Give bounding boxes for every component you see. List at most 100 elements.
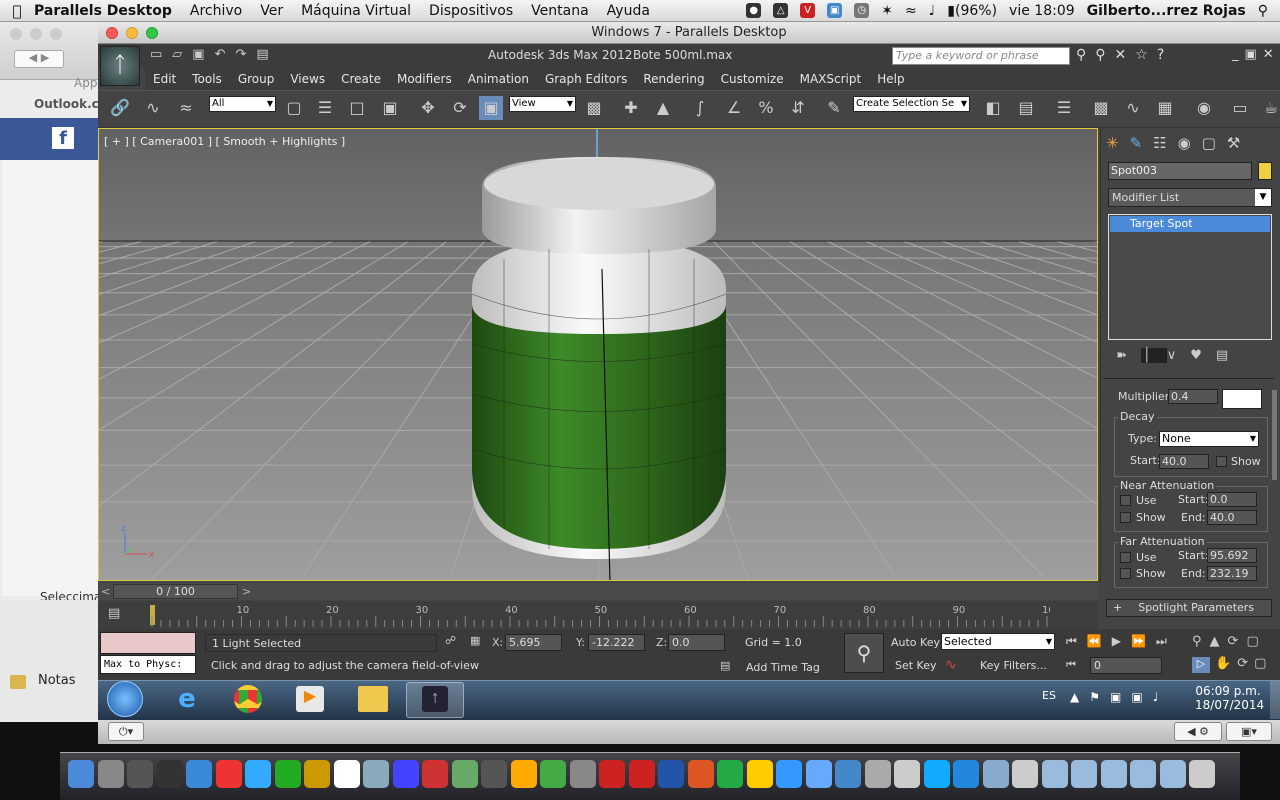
mac-menu-ventana[interactable]: Ventana <box>531 3 589 19</box>
dock-app-store-icon[interactable] <box>245 760 271 788</box>
network-icon[interactable]: ▣ <box>1131 690 1152 704</box>
multiplier-spinner[interactable]: 0.4 <box>1168 389 1218 404</box>
far-use-checkbox[interactable] <box>1120 552 1131 563</box>
time-next-icon[interactable]: > <box>242 585 251 598</box>
auto-key-button[interactable]: Auto Key <box>891 636 940 649</box>
window-zoom-button[interactable] <box>146 27 158 39</box>
mirror-icon[interactable]: ◧ <box>981 96 1005 120</box>
dock-chrome-icon[interactable] <box>215 760 242 788</box>
edit-named-selection-icon[interactable]: ✎ <box>822 96 846 120</box>
camera-viewport[interactable]: zx <box>98 128 1098 581</box>
zoom-all-icon[interactable]: ▲ <box>1210 634 1228 649</box>
pin-stack-icon[interactable]: ➽ <box>1116 348 1141 363</box>
select-manipulate-icon[interactable]: ✚ <box>619 96 643 120</box>
rotate-icon[interactable]: ⟳ <box>448 96 472 120</box>
dock-outlook-icon[interactable] <box>746 760 773 788</box>
tray-app-icon[interactable]: ▣ <box>1110 690 1131 704</box>
bg-zoom-dot[interactable] <box>50 28 62 40</box>
key-icon[interactable]: ⚲ <box>1095 47 1114 63</box>
dock-contacts-icon[interactable] <box>304 760 330 788</box>
maxscript-mini-listener[interactable]: Max to Physc: <box>100 655 196 674</box>
dock-finder-icon[interactable] <box>68 760 94 788</box>
dock-launchpad-icon[interactable] <box>97 760 124 788</box>
dock-facetime-icon[interactable] <box>274 760 301 788</box>
maxscript-listener-color[interactable] <box>100 632 196 654</box>
next-frame-icon[interactable]: ⏩ <box>1131 634 1156 648</box>
open-file-icon[interactable]: ▱ <box>172 47 192 62</box>
layer-manager-icon[interactable]: ☰ <box>1052 96 1076 120</box>
restore-icon[interactable]: ▣ <box>1245 47 1263 62</box>
menu-group[interactable]: Group <box>238 72 275 86</box>
light-color-swatch[interactable] <box>1222 389 1262 409</box>
set-key-button[interactable]: Set Key <box>895 659 937 672</box>
lock-selection-icon[interactable]: ☍ <box>445 634 456 647</box>
volume-icon[interactable]: ♩ <box>929 3 936 19</box>
bind-space-warp-icon[interactable]: ≈ <box>174 96 198 120</box>
battery-icon[interactable]: ▮(96%) <box>947 3 997 19</box>
mac-menu-archivo[interactable]: Archivo <box>190 3 242 19</box>
mac-menu-dispositivos[interactable]: Dispositivos <box>429 3 513 19</box>
material-editor-icon[interactable]: ◉ <box>1192 96 1216 120</box>
schematic-view-icon[interactable]: ▦ <box>1153 96 1177 120</box>
near-use-checkbox[interactable] <box>1120 495 1131 506</box>
time-prev-icon[interactable]: < <box>101 585 110 598</box>
near-start-spinner[interactable]: 0.0 <box>1207 492 1257 507</box>
rectangular-region-icon[interactable]: □ <box>345 96 369 120</box>
graphite-toggle-icon[interactable]: ▩ <box>1089 96 1113 120</box>
near-show-checkbox[interactable] <box>1120 512 1131 523</box>
utilities-tab-icon[interactable]: ⚒ <box>1227 134 1251 152</box>
dock-time-machine-icon[interactable] <box>540 760 566 788</box>
dock-word-icon[interactable] <box>658 760 684 788</box>
bg-min-dot[interactable] <box>30 28 42 40</box>
key-tangent-icon[interactable]: ∿ <box>945 657 957 673</box>
hierarchy-tab-icon[interactable]: ☷ <box>1153 134 1177 152</box>
reference-coordinate-dropdown[interactable]: View <box>509 96 576 112</box>
decay-show-checkbox[interactable] <box>1216 456 1227 467</box>
scale-icon[interactable]: ▣ <box>479 96 503 120</box>
spotlight-parameters-rollout[interactable]: + Spotlight Parameters <box>1106 599 1272 617</box>
menu-animation[interactable]: Animation <box>468 72 529 86</box>
zoom-icon[interactable]: ⚲ <box>1192 634 1210 649</box>
notes-label[interactable]: Notas <box>38 673 76 688</box>
far-end-spinner[interactable]: 232.19 <box>1207 566 1257 581</box>
dock-calculator-icon[interactable] <box>1012 760 1038 788</box>
help-icon[interactable]: ? <box>1157 47 1173 63</box>
current-frame-field[interactable]: 0 <box>1090 657 1162 674</box>
dock-network-icon[interactable] <box>805 760 832 788</box>
menu-maxscript[interactable]: MAXScript <box>800 72 862 86</box>
mac-app-name[interactable]: Parallels Desktop <box>34 3 172 19</box>
select-object-icon[interactable]: ▢ <box>282 96 306 120</box>
absolute-mode-icon[interactable]: ▦ <box>470 634 480 647</box>
menu-create[interactable]: Create <box>341 72 381 86</box>
drive-icon[interactable]: △ <box>773 3 789 18</box>
power-menu-icon[interactable]: ⏻▾ <box>108 722 144 741</box>
menu-rendering[interactable]: Rendering <box>643 72 704 86</box>
tray-volume-icon[interactable]: ♩ <box>1153 690 1169 704</box>
dock-iphoto-icon[interactable] <box>451 760 478 788</box>
x-coordinate-field[interactable]: 5.695 <box>505 634 562 651</box>
dock-safari-icon[interactable] <box>186 760 212 788</box>
menu-customize[interactable]: Customize <box>721 72 784 86</box>
dock-applications-icon[interactable] <box>1130 760 1156 788</box>
align-icon[interactable]: ▤ <box>1014 96 1038 120</box>
percent-snap-icon[interactable]: % <box>754 96 778 120</box>
set-key-icon[interactable]: ⚲ <box>844 633 884 673</box>
snaps-toggle-icon[interactable]: ∫ <box>688 96 712 120</box>
key-mode-dropdown[interactable]: Selected <box>941 633 1055 650</box>
orbit-icon[interactable]: ⟳ <box>1228 634 1247 649</box>
infocenter-search-input[interactable]: Type a keyword or phrase <box>892 47 1070 65</box>
prev-frame-icon[interactable]: ⏪ <box>1087 634 1112 648</box>
dock-vc-icon[interactable] <box>628 760 655 788</box>
viewport-label[interactable]: [ + ] [ Camera001 ] [ Smooth + Highlight… <box>104 135 345 148</box>
dock-system-preferences-icon[interactable] <box>569 760 596 788</box>
modifier-list-dropdown[interactable]: Modifier List ▼ <box>1108 188 1272 207</box>
modify-tab-icon[interactable]: ✎ <box>1130 134 1154 152</box>
dock-downloads-icon[interactable] <box>1071 760 1097 788</box>
back-forward-icon[interactable]: ◀ ▶ <box>14 50 64 68</box>
display-tab-icon[interactable]: ▢ <box>1202 134 1227 152</box>
new-file-icon[interactable]: ▭ <box>150 47 172 62</box>
media-player-icon[interactable]: ▶ <box>296 686 324 712</box>
unlink-icon[interactable]: ∿ <box>141 96 165 120</box>
vm-settings-icon[interactable]: ◀ ⚙ <box>1174 722 1222 741</box>
mac-menu-ver[interactable]: Ver <box>260 3 283 19</box>
